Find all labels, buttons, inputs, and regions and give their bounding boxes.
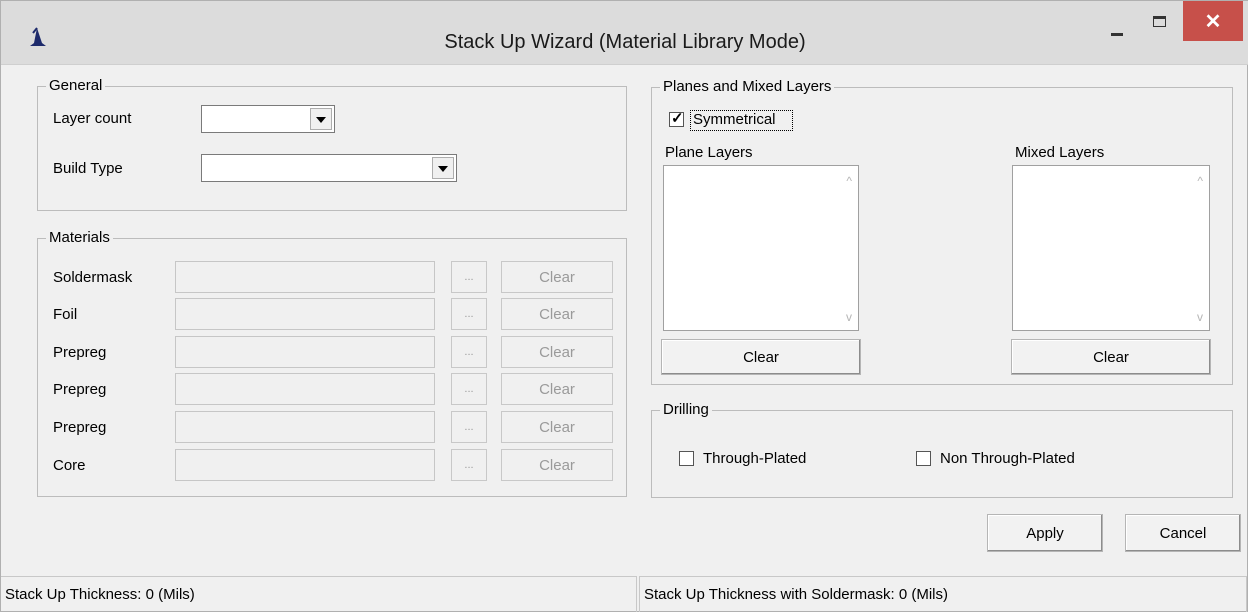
mixed-layers-list[interactable]: ^ v <box>1012 165 1210 331</box>
minimize-icon <box>1111 33 1123 36</box>
clear-button[interactable]: Clear <box>501 449 613 481</box>
close-button[interactable]: ✕ <box>1183 1 1243 41</box>
scroll-up-icon[interactable]: ^ <box>1197 174 1203 188</box>
chevron-down-icon[interactable] <box>432 157 454 179</box>
scroll-up-icon[interactable]: ^ <box>846 174 852 188</box>
title-bar[interactable]: Stack Up Wizard (Material Library Mode) … <box>1 1 1248 65</box>
plane-clear-button[interactable]: Clear <box>661 339 861 375</box>
clear-button[interactable]: Clear <box>501 261 613 293</box>
non-through-plated-checkbox[interactable] <box>916 451 931 466</box>
symmetrical-label[interactable]: Symmetrical <box>693 111 776 129</box>
window-title: Stack Up Wizard (Material Library Mode) <box>444 31 806 53</box>
status-thickness: Stack Up Thickness: 0 (Mils) <box>1 576 637 612</box>
scroll-down-icon[interactable]: v <box>1197 310 1203 324</box>
mixed-layers-label: Mixed Layers <box>1015 144 1105 161</box>
browse-button[interactable]: ... <box>451 411 487 443</box>
plane-layers-list[interactable]: ^ v <box>663 165 859 331</box>
material-label: Soldermask <box>53 269 133 286</box>
clear-button[interactable]: Clear <box>501 411 613 443</box>
build-type-label: Build Type <box>53 160 123 177</box>
material-field[interactable] <box>175 298 435 330</box>
layer-count-label: Layer count <box>53 110 132 127</box>
material-label: Core <box>53 457 86 474</box>
general-group-label: General <box>46 77 106 95</box>
chevron-down-icon[interactable] <box>310 108 332 130</box>
close-icon: ✕ <box>1204 11 1222 33</box>
stack-up-wizard-window: Stack Up Wizard (Material Library Mode) … <box>0 0 1248 612</box>
material-field[interactable] <box>175 449 435 481</box>
build-type-select[interactable] <box>201 154 457 182</box>
through-plated-checkbox[interactable] <box>679 451 694 466</box>
planes-group-label: Planes and Mixed Layers <box>660 78 835 96</box>
browse-button[interactable]: ... <box>451 298 487 330</box>
minimize-button[interactable] <box>1099 3 1135 43</box>
layer-count-select[interactable] <box>201 105 335 133</box>
material-label: Prepreg <box>53 344 107 361</box>
material-field[interactable] <box>175 336 435 368</box>
plane-layers-label: Plane Layers <box>665 144 753 161</box>
browse-button[interactable]: ... <box>451 449 487 481</box>
maximize-icon <box>1153 16 1166 27</box>
material-label: Prepreg <box>53 381 107 398</box>
material-field[interactable] <box>175 261 435 293</box>
material-label: Foil <box>53 306 78 323</box>
through-plated-label[interactable]: Through-Plated <box>703 450 806 468</box>
browse-button[interactable]: ... <box>451 336 487 368</box>
scroll-down-icon[interactable]: v <box>846 310 852 324</box>
clear-button[interactable]: Clear <box>501 373 613 405</box>
mixed-clear-button[interactable]: Clear <box>1011 339 1211 375</box>
browse-button[interactable]: ... <box>451 373 487 405</box>
apply-button[interactable]: Apply <box>987 514 1103 552</box>
maximize-button[interactable] <box>1141 3 1177 43</box>
status-thickness-with-soldermask: Stack Up Thickness with Soldermask: 0 (M… <box>639 576 1247 612</box>
material-label: Prepreg <box>53 419 107 436</box>
clear-button[interactable]: Clear <box>501 298 613 330</box>
drilling-group-label: Drilling <box>660 401 712 419</box>
non-through-plated-label[interactable]: Non Through-Plated <box>940 450 1075 468</box>
clear-button[interactable]: Clear <box>501 336 613 368</box>
material-field[interactable] <box>175 411 435 443</box>
material-field[interactable] <box>175 373 435 405</box>
browse-button[interactable]: ... <box>451 261 487 293</box>
symmetrical-checkbox[interactable] <box>669 109 684 127</box>
cancel-button[interactable]: Cancel <box>1125 514 1241 552</box>
materials-group-label: Materials <box>46 229 113 247</box>
